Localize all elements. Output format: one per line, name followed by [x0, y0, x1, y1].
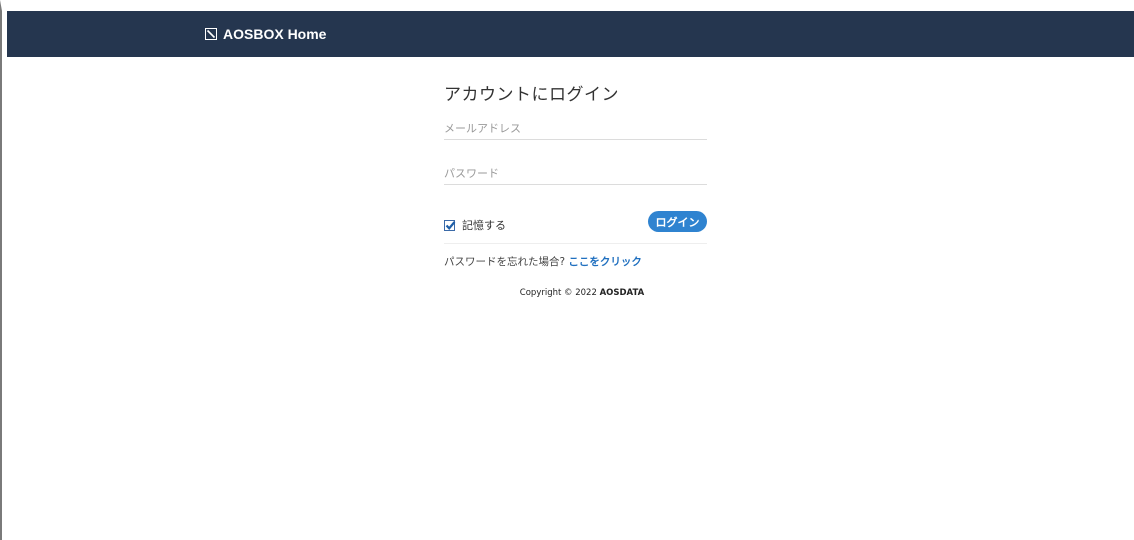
login-button[interactable]: ログイン	[648, 211, 707, 232]
forgot-password: パスワードを忘れた場合? ここをクリック	[444, 254, 707, 269]
footer-copyright: Copyright © 2022 AOSDATA	[0, 288, 1134, 298]
brand-label: AOSBOX Home	[223, 26, 327, 42]
aosbox-logo-icon	[205, 28, 217, 40]
remember-label: 記憶する	[462, 219, 506, 232]
forgot-password-link[interactable]: ここをクリック	[568, 256, 642, 268]
forgot-password-text: パスワードを忘れた場合?	[444, 256, 566, 268]
company-name: AOSDATA	[599, 288, 645, 298]
remember-checkbox[interactable]	[444, 219, 456, 231]
login-form: アカウントにログイン 記憶する ログイン パスワードを忘れた場合? ここをクリッ…	[444, 80, 707, 269]
top-navbar: AOSBOX Home	[7, 11, 1134, 57]
login-actions-row: 記憶する ログイン	[444, 211, 707, 244]
copyright-text: Copyright © 2022	[519, 288, 597, 298]
brand-home-link[interactable]: AOSBOX Home	[205, 11, 326, 57]
password-field[interactable]	[444, 164, 707, 185]
login-title: アカウントにログイン	[444, 85, 619, 105]
remember-me[interactable]: 記憶する	[444, 217, 506, 233]
checkmark-icon	[445, 220, 456, 230]
email-field[interactable]	[444, 119, 707, 140]
